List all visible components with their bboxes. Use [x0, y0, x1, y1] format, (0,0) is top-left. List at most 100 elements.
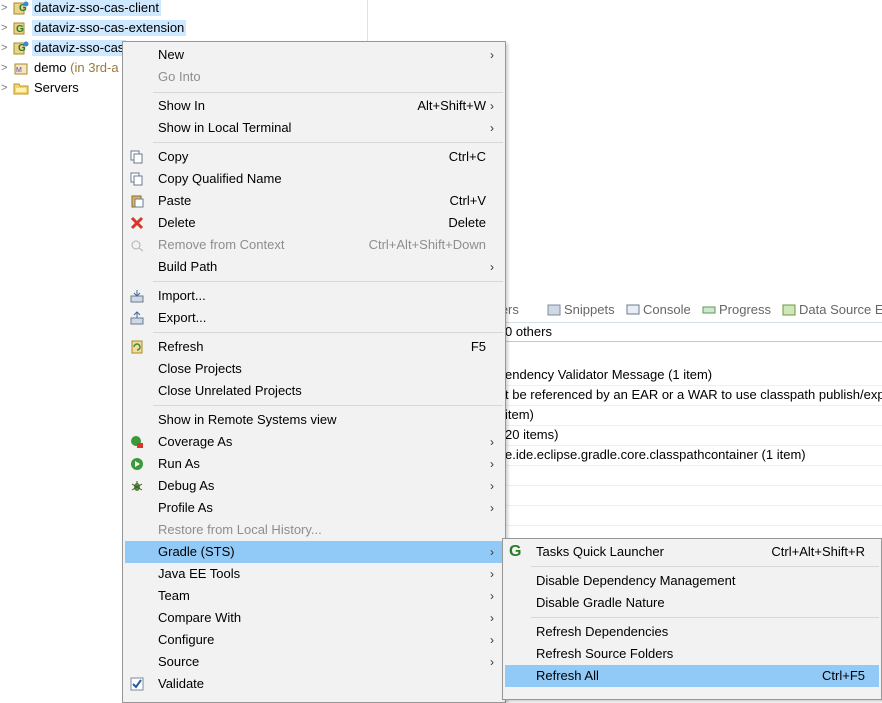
import-icon — [130, 290, 144, 303]
copy-icon — [130, 150, 143, 164]
problem-row — [500, 505, 882, 526]
tree-item-label: demo (in 3rd-a — [34, 60, 119, 75]
refresh-icon — [131, 340, 143, 354]
menu-item-refresh-dependencies[interactable]: Refresh Dependencies — [505, 621, 879, 643]
checkmark-icon — [130, 677, 144, 691]
submenu-arrow-icon: › — [490, 260, 494, 274]
menu-item-show-in[interactable]: Show In Alt+Shift+W › — [125, 95, 503, 117]
export-icon — [130, 311, 144, 325]
submenu-arrow-icon: › — [490, 545, 494, 559]
menu-item-tasks-quick-launcher[interactable]: G Tasks Quick Launcher Ctrl+Alt+Shift+R — [505, 541, 879, 563]
expand-arrow-icon[interactable]: > — [1, 62, 11, 74]
menu-item-close-projects[interactable]: Close Projects — [125, 358, 503, 380]
tab-snippets[interactable]: Snippets — [547, 302, 615, 318]
menu-item-copy[interactable]: Copy Ctrl+C — [125, 146, 503, 168]
gradle-submenu: G Tasks Quick Launcher Ctrl+Alt+Shift+R … — [502, 538, 882, 700]
views-tab-bar: rvers Snippets Console Progress Data Sou… — [490, 298, 882, 323]
tab-console[interactable]: Console — [626, 302, 691, 318]
tab-progress[interactable]: Progress — [702, 302, 771, 318]
expand-arrow-icon[interactable]: > — [1, 2, 11, 14]
menu-separator — [153, 142, 503, 143]
problem-row[interactable]: 20 items) — [500, 425, 882, 446]
maven-project-icon: M — [14, 63, 28, 75]
tree-item-label: dataviz-sso-cas-extension — [32, 20, 187, 36]
problem-row[interactable]: t be referenced by an EAR or a WAR to us… — [500, 385, 882, 406]
menu-item-validate[interactable]: Validate — [125, 673, 503, 695]
submenu-arrow-icon: › — [490, 501, 494, 515]
menu-item-refresh-all[interactable]: Refresh All Ctrl+F5 — [505, 665, 879, 687]
data-source-icon — [782, 304, 796, 316]
problem-row[interactable]: endency Validator Message (1 item) — [500, 365, 882, 386]
remove-context-icon — [131, 240, 144, 252]
debug-bug-icon — [131, 481, 143, 491]
console-icon — [626, 304, 640, 315]
submenu-arrow-icon: › — [490, 611, 494, 625]
submenu-arrow-icon: › — [490, 435, 494, 449]
menu-item-restore-history: Restore from Local History... — [158, 522, 322, 537]
coverage-icon — [131, 436, 143, 448]
submenu-arrow-icon: › — [490, 633, 494, 647]
submenu-arrow-icon: › — [490, 48, 494, 62]
problem-row — [500, 465, 882, 486]
menu-item-profile-as[interactable]: Profile As › — [125, 497, 503, 519]
menu-item-disable-gradle-nature[interactable]: Disable Gradle Nature — [505, 592, 879, 614]
problem-row[interactable]: e.ide.eclipse.gradle.core.classpathconta… — [500, 445, 882, 466]
menu-item-coverage-as[interactable]: Coverage As › — [125, 431, 503, 453]
menu-item-copy-qualified-name[interactable]: Copy Qualified Name — [125, 168, 503, 190]
menu-separator — [153, 281, 503, 282]
paste-icon — [131, 195, 144, 208]
panel-header-divider — [500, 341, 882, 342]
menu-item-compare-with[interactable]: Compare With › — [125, 607, 503, 629]
tab-data-source[interactable]: Data Source E — [782, 302, 882, 318]
menu-separator — [531, 566, 879, 567]
menu-item-disable-dependency-management[interactable]: Disable Dependency Management — [505, 570, 879, 592]
menu-item-import[interactable]: Import... — [125, 285, 503, 307]
menu-item-run-as[interactable]: Run As › — [125, 453, 503, 475]
submenu-arrow-icon: › — [490, 99, 494, 113]
menu-item-show-remote-systems[interactable]: Show in Remote Systems view — [125, 409, 503, 431]
menu-item-paste[interactable]: Paste Ctrl+V — [125, 190, 503, 212]
gradle-g-icon: G — [509, 543, 522, 560]
problem-row — [500, 485, 882, 506]
expand-arrow-icon[interactable]: > — [1, 22, 11, 34]
menu-separator — [153, 332, 503, 333]
submenu-arrow-icon: › — [490, 457, 494, 471]
problems-summary: 0 others — [505, 324, 552, 339]
tree-item-label: Servers — [34, 80, 79, 95]
menu-item-debug-as[interactable]: Debug As › — [125, 475, 503, 497]
menu-item-export[interactable]: Export... — [125, 307, 503, 329]
folder-icon — [13, 83, 29, 95]
gradle-project-icon: G — [13, 22, 25, 35]
menu-item-go-into: Go Into — [158, 69, 201, 84]
menu-item-refresh[interactable]: Refresh F5 — [125, 336, 503, 358]
menu-item-configure[interactable]: Configure › — [125, 629, 503, 651]
expand-arrow-icon[interactable]: > — [1, 42, 11, 54]
expand-arrow-icon[interactable]: > — [1, 82, 11, 94]
menu-item-new[interactable]: New › — [125, 44, 503, 66]
problem-row[interactable]: item) — [500, 405, 882, 426]
tree-item-sso-cas-extension[interactable]: > G dataviz-sso-cas-extension — [0, 18, 366, 38]
menu-item-refresh-source-folders[interactable]: Refresh Source Folders — [505, 643, 879, 665]
tree-item-label: dataviz-sso-cas-client — [32, 0, 161, 16]
snippets-icon — [547, 304, 561, 316]
copy-qualified-icon — [130, 172, 143, 186]
svg-text:M: M — [16, 67, 22, 74]
menu-item-delete[interactable]: Delete Delete — [125, 212, 503, 234]
tree-item-sso-cas-client[interactable]: > G dataviz-sso-cas-client — [0, 0, 366, 18]
run-icon — [131, 458, 143, 470]
submenu-arrow-icon: › — [490, 121, 494, 135]
gradle-project-icon: G — [13, 41, 29, 55]
progress-icon — [702, 306, 716, 314]
menu-item-build-path[interactable]: Build Path › — [125, 256, 503, 278]
menu-item-gradle-sts[interactable]: Gradle (STS) › — [125, 541, 503, 563]
context-menu: New › Go Into Show In Alt+Shift+W › Show… — [122, 41, 506, 703]
menu-item-close-unrelated[interactable]: Close Unrelated Projects — [125, 380, 503, 402]
menu-item-show-in-terminal[interactable]: Show in Local Terminal › — [125, 117, 503, 139]
menu-item-remove-from-context: Remove from Context Ctrl+Alt+Shift+Down — [125, 234, 503, 256]
menu-item-java-ee-tools[interactable]: Java EE Tools › — [125, 563, 503, 585]
menu-item-source[interactable]: Source › — [125, 651, 503, 673]
svg-text:G: G — [16, 24, 24, 35]
menu-item-team[interactable]: Team › — [125, 585, 503, 607]
tree-item-label: dataviz-sso-cas — [32, 40, 127, 56]
menu-separator — [153, 405, 503, 406]
